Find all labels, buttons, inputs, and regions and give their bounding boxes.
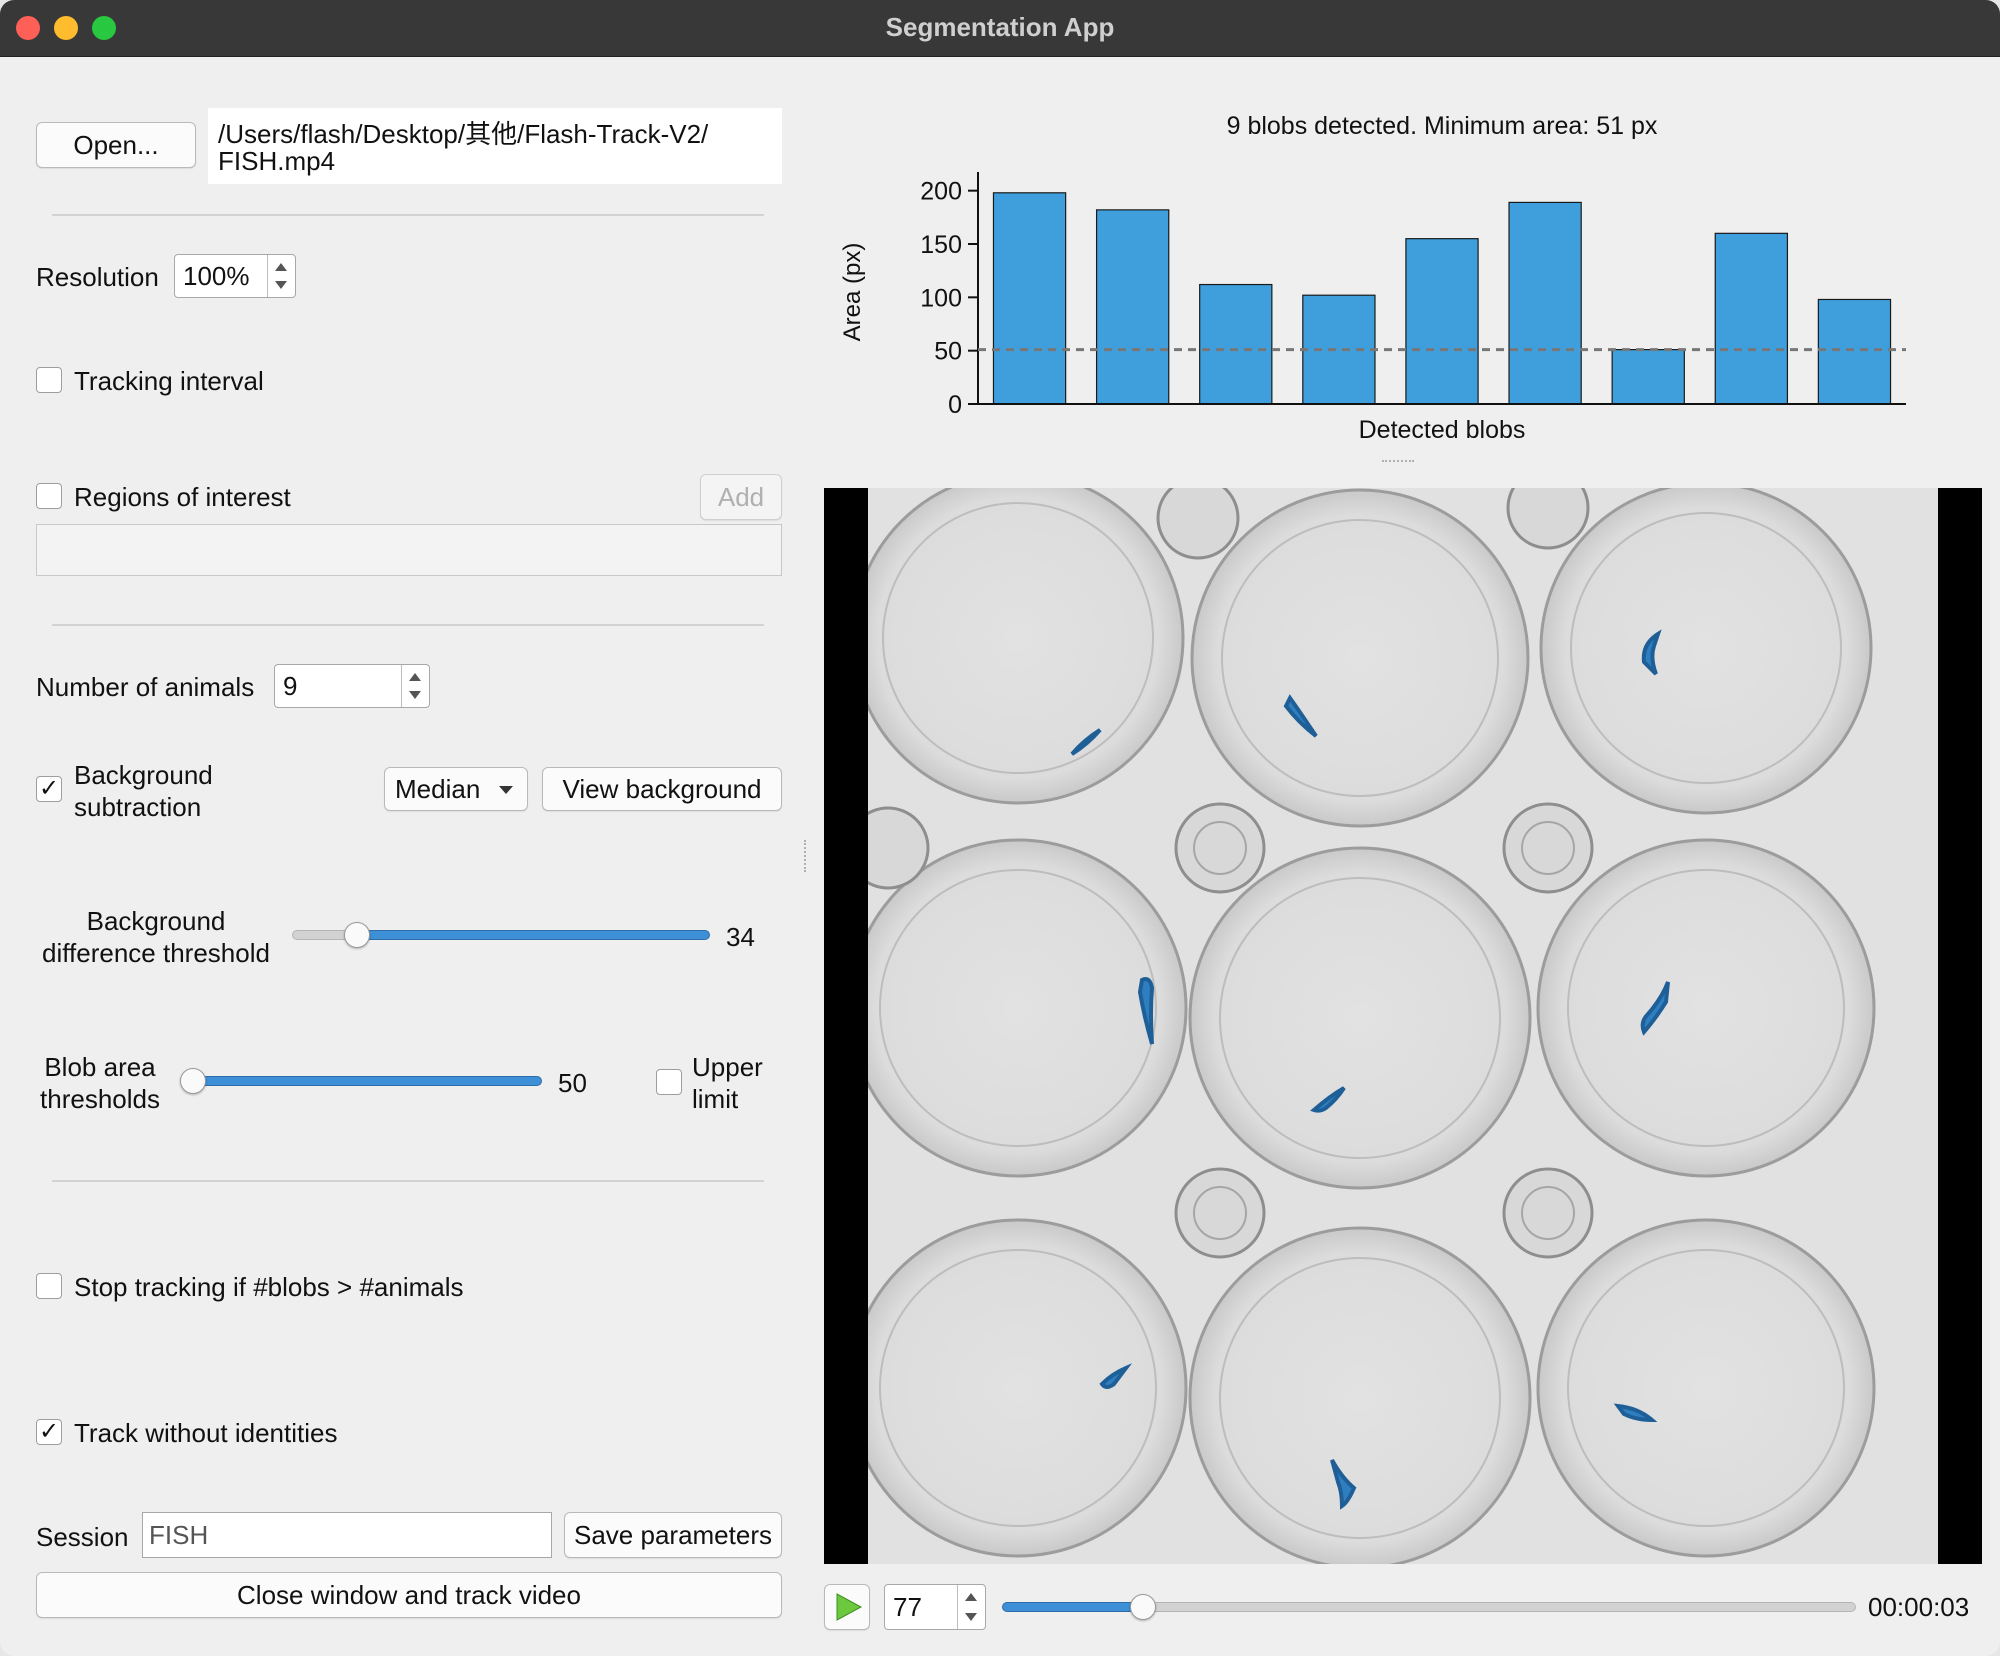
blob-area-slider-handle[interactable] bbox=[180, 1068, 206, 1094]
chart-bar bbox=[1095, 209, 1170, 405]
upper-limit-label-line2: limit bbox=[692, 1084, 739, 1114]
resolution-stepper[interactable] bbox=[267, 255, 295, 297]
play-button[interactable] bbox=[824, 1584, 870, 1630]
chevron-down-icon bbox=[499, 786, 513, 794]
timeline-slider-track[interactable] bbox=[1140, 1602, 1856, 1612]
video-view[interactable] bbox=[824, 466, 1982, 1570]
file-path-line2: FISH.mp4 bbox=[218, 146, 336, 176]
checkmark-icon: ✓ bbox=[38, 775, 60, 802]
blob-area-label-line2: thresholds bbox=[40, 1084, 160, 1114]
view-background-button[interactable]: View background bbox=[542, 767, 782, 811]
resolution-label: Resolution bbox=[36, 262, 159, 292]
animals-spinbox[interactable]: 9 bbox=[274, 664, 430, 708]
roi-checkbox[interactable] bbox=[36, 483, 62, 509]
resolution-value: 100% bbox=[183, 261, 250, 291]
y-tick-label: 0 bbox=[948, 391, 962, 419]
y-tick-label: 150 bbox=[920, 231, 962, 259]
blob-area-label-line1: Blob area bbox=[44, 1052, 156, 1082]
add-roi-button[interactable]: Add bbox=[700, 474, 782, 520]
y-tick-label: 50 bbox=[934, 338, 962, 366]
background-method-select[interactable]: Median bbox=[384, 767, 528, 811]
well-plate-image bbox=[846, 466, 1938, 1570]
animals-label: Number of animals bbox=[36, 672, 255, 702]
background-label-line2: subtraction bbox=[74, 792, 202, 822]
chart-bar bbox=[1714, 232, 1789, 405]
upper-limit-checkbox[interactable] bbox=[656, 1069, 682, 1095]
resolution-spinbox[interactable]: 100% bbox=[174, 254, 296, 298]
session-value: FISH bbox=[149, 1520, 209, 1550]
track-without-identities-checkbox[interactable]: ✓ bbox=[36, 1419, 62, 1445]
y-tick-label: 200 bbox=[920, 178, 962, 206]
bg-threshold-value: 34 bbox=[726, 922, 755, 952]
stepper-down-icon[interactable] bbox=[409, 691, 421, 699]
roi-list[interactable] bbox=[36, 524, 782, 576]
background-label-line1: Background bbox=[74, 760, 213, 790]
roi-label: Regions of interest bbox=[74, 482, 291, 512]
divider bbox=[52, 1180, 764, 1182]
vertical-splitter-handle[interactable] bbox=[804, 840, 806, 872]
y-tick-label: 100 bbox=[920, 284, 962, 312]
upper-limit-label-line1: Upper bbox=[692, 1052, 763, 1082]
stepper-up-icon[interactable] bbox=[409, 673, 421, 681]
timeline-slider-handle[interactable] bbox=[1130, 1594, 1156, 1620]
stepper-down-icon[interactable] bbox=[965, 1613, 977, 1621]
stepper-down-icon[interactable] bbox=[275, 281, 287, 289]
chart-bar bbox=[1817, 298, 1892, 405]
play-icon bbox=[836, 1593, 863, 1621]
stop-tracking-checkbox[interactable] bbox=[36, 1273, 62, 1299]
close-and-track-button[interactable]: Close window and track video bbox=[36, 1572, 782, 1618]
frame-spinbox[interactable]: 77 bbox=[884, 1584, 986, 1630]
frame-value: 77 bbox=[893, 1592, 922, 1622]
video-frame bbox=[846, 466, 1938, 1570]
stepper-up-icon[interactable] bbox=[275, 263, 287, 271]
chart-bar bbox=[1405, 238, 1479, 405]
session-input[interactable]: FISH bbox=[142, 1512, 552, 1558]
blob-area-chart: 9 blobs detected. Minimum area: 51 px 0 50… bbox=[839, 112, 1906, 444]
x-axis-label: Detected blobs bbox=[1359, 416, 1526, 444]
chart-bar bbox=[1302, 294, 1376, 405]
chart-bar bbox=[1611, 349, 1685, 405]
save-parameters-button[interactable]: Save parameters bbox=[564, 1512, 782, 1558]
chart-title: 9 blobs detected. Minimum area: 51 px bbox=[1227, 112, 1658, 140]
stepper-up-icon[interactable] bbox=[965, 1593, 977, 1601]
background-subtraction-checkbox[interactable]: ✓ bbox=[36, 776, 62, 802]
window-title: Segmentation App bbox=[885, 12, 1115, 42]
app-window: Segmentation App Open... /Users/flash/De… bbox=[0, 0, 2000, 1656]
bg-threshold-label-line2: difference threshold bbox=[42, 938, 270, 968]
divider bbox=[52, 214, 764, 216]
animals-value: 9 bbox=[283, 671, 298, 701]
bg-threshold-slider-track[interactable] bbox=[352, 930, 710, 940]
animals-stepper[interactable] bbox=[401, 665, 429, 707]
checkmark-icon: ✓ bbox=[38, 1418, 60, 1445]
timeline-slider-played[interactable] bbox=[1002, 1602, 1144, 1612]
track-without-identities-label: Track without identities bbox=[74, 1418, 338, 1448]
title-bar: Segmentation App bbox=[0, 0, 2000, 57]
chart-bar bbox=[992, 192, 1067, 405]
session-label: Session bbox=[36, 1522, 129, 1552]
splitter-handle[interactable] bbox=[1382, 460, 1414, 462]
tracking-interval-label: Tracking interval bbox=[74, 366, 264, 396]
divider bbox=[52, 624, 764, 626]
open-file-button[interactable]: Open... bbox=[36, 122, 196, 168]
chart-bar bbox=[1199, 283, 1273, 405]
bg-threshold-label-line1: Background bbox=[86, 906, 226, 936]
file-path-display: /Users/flash/Desktop/其他/Flash-Track-V2/ … bbox=[208, 108, 782, 184]
tracking-interval-checkbox[interactable] bbox=[36, 367, 62, 393]
frame-stepper[interactable] bbox=[957, 1585, 985, 1629]
background-method-value: Median bbox=[395, 774, 481, 804]
playback-time: 00:00:03 bbox=[1868, 1592, 1970, 1622]
bg-threshold-slider-handle[interactable] bbox=[344, 922, 370, 948]
blob-area-slider-track[interactable] bbox=[190, 1076, 542, 1086]
chart-bar bbox=[1508, 201, 1582, 405]
blob-area-value: 50 bbox=[558, 1068, 587, 1098]
y-axis-label: Area (px) bbox=[839, 243, 866, 342]
stop-tracking-label: Stop tracking if #blobs > #animals bbox=[74, 1272, 464, 1302]
